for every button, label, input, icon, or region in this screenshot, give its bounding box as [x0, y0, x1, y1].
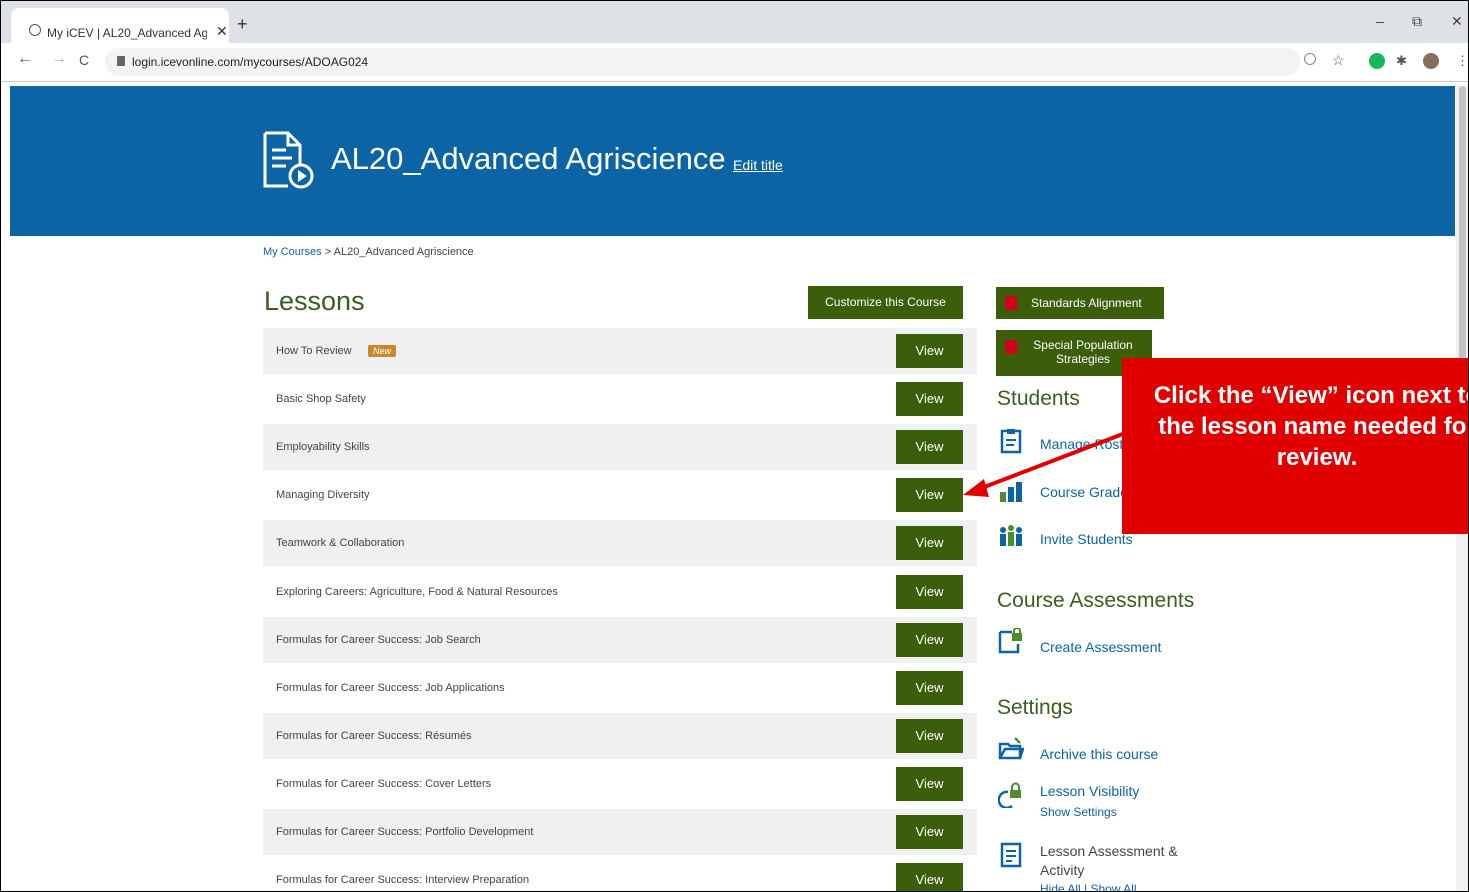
grammarly-icon[interactable] — [1369, 53, 1385, 69]
archive-course-link[interactable]: Archive this course — [1040, 746, 1158, 762]
lesson-name: Managing Diversity — [276, 489, 370, 501]
avatar[interactable] — [1423, 53, 1439, 69]
pdf-icon — [1005, 340, 1017, 354]
view-lesson-button[interactable]: View — [896, 815, 963, 849]
new-tab-button[interactable]: + — [237, 14, 248, 35]
customize-course-button[interactable]: Customize this Course — [808, 286, 963, 319]
browser-toolbar: ← → C login.icevonline.com/mycourses/ADO… — [1, 43, 1468, 82]
lesson-visibility-label: Lesson Visibility — [1040, 783, 1140, 799]
hide-all-link[interactable]: Hide All — [1040, 882, 1081, 891]
lesson-name: Formulas for Career Success: Job Applica… — [276, 682, 505, 694]
lesson-assessment-icon — [1000, 842, 1022, 868]
browser-tab[interactable]: My iCEV | AL20_Advanced Agrisc ✕ — [11, 8, 229, 43]
lesson-name: Exploring Careers: Agriculture, Food & N… — [276, 586, 558, 598]
lesson-row: Formulas for Career Success: Job Applica… — [263, 665, 977, 711]
hide-show-links: Hide All | Show All — [1040, 882, 1137, 892]
url-text: login.icevonline.com/mycourses/ADOAG024 — [132, 55, 369, 69]
lesson-row: Employability Skills View — [263, 424, 977, 470]
reload-icon[interactable]: C — [79, 52, 89, 68]
breadcrumb-separator: > — [321, 246, 334, 258]
globe-icon — [29, 24, 41, 36]
edit-title-link[interactable]: Edit title — [733, 157, 783, 173]
create-assessment-icon — [998, 628, 1022, 654]
view-lesson-button[interactable]: View — [896, 382, 963, 416]
show-all-link[interactable]: Show All — [1090, 882, 1136, 891]
course-banner: AL20_Advanced Agriscience Edit title — [10, 86, 1455, 236]
standards-alignment-label: Standards Alignment — [1031, 296, 1142, 310]
menu-icon[interactable]: ⋮ — [1456, 53, 1468, 69]
view-lesson-button[interactable]: View — [896, 526, 963, 560]
students-heading: Students — [997, 387, 1080, 410]
pdf-icon — [1005, 296, 1017, 310]
lesson-name: Formulas for Career Success: Job Search — [276, 634, 481, 646]
lesson-name: Formulas for Career Success: Interview P… — [276, 874, 530, 886]
lesson-row: Formulas for Career Success: Cover Lette… — [263, 761, 977, 807]
lesson-assessment-label: Lesson Assessment & Activity — [1040, 843, 1178, 878]
address-bar[interactable]: login.icevonline.com/mycourses/ADOAG024 — [105, 48, 1300, 76]
archive-folder-icon — [998, 737, 1024, 760]
lesson-row: How To Review New View — [263, 328, 977, 374]
lesson-name: How To Review — [276, 345, 352, 357]
page-title: AL20_Advanced Agriscience — [331, 141, 726, 176]
breadcrumb-my-courses[interactable]: My Courses — [263, 246, 322, 258]
new-badge: New — [368, 345, 397, 357]
tab-title: My iCEV | AL20_Advanced Agrisc — [47, 26, 207, 40]
back-icon[interactable]: ← — [17, 50, 33, 68]
settings-heading: Settings — [997, 696, 1073, 719]
view-lesson-button[interactable]: View — [896, 671, 963, 705]
view-lesson-button[interactable]: View — [896, 334, 963, 368]
lesson-name: Basic Shop Safety — [276, 393, 366, 405]
minimize-icon[interactable]: – — [1376, 13, 1384, 29]
standards-alignment-button[interactable]: Standards Alignment — [996, 287, 1164, 319]
window-close-icon[interactable]: ✕ — [1451, 13, 1463, 30]
create-assessment-link[interactable]: Create Assessment — [1040, 639, 1161, 655]
browser-tab-strip: My iCEV | AL20_Advanced Agrisc ✕ + – ⧉ ✕ — [1, 1, 1468, 43]
show-settings-link[interactable]: Show Settings — [1040, 805, 1117, 819]
link-separator: | — [1080, 882, 1091, 892]
close-tab-icon[interactable]: ✕ — [216, 23, 228, 40]
lesson-row: Basic Shop Safety View — [263, 376, 977, 422]
instruction-callout: Click the “View” icon next to the lesson… — [1122, 358, 1468, 534]
gradebook-icon — [1000, 482, 1022, 502]
clipboard-icon — [1000, 429, 1022, 454]
course-assessments-heading: Course Assessments — [997, 589, 1195, 612]
callout-text: Click the “View” icon next to the lesson… — [1153, 382, 1469, 471]
view-lesson-button[interactable]: View — [896, 478, 963, 512]
lock-icon — [117, 56, 125, 66]
lessons-heading: Lessons — [264, 286, 365, 316]
lesson-row: Formulas for Career Success: Interview P… — [263, 857, 977, 891]
breadcrumb-current: AL20_Advanced Agriscience — [333, 246, 474, 258]
restore-icon[interactable]: ⧉ — [1412, 13, 1422, 30]
course-document-icon — [263, 131, 314, 189]
lesson-row: Teamwork & Collaboration View — [263, 520, 977, 566]
lesson-row: Formulas for Career Success: Job Search V… — [263, 617, 977, 663]
view-lesson-button[interactable]: View — [896, 623, 963, 657]
lesson-name: Formulas for Career Success: Cover Lette… — [276, 778, 492, 790]
lesson-name: Formulas for Career Success: Portfolio D… — [276, 826, 534, 838]
view-lesson-button[interactable]: View — [896, 863, 963, 891]
invite-students-icon — [1000, 525, 1022, 546]
invite-students-link[interactable]: Invite Students — [1040, 531, 1133, 547]
extensions-icon[interactable]: ✱ — [1396, 53, 1407, 69]
lesson-row: Formulas for Career Success: Portfolio D… — [263, 809, 977, 855]
zoom-icon[interactable] — [1304, 53, 1316, 65]
breadcrumb: My Courses > AL20_Advanced Agriscience — [263, 246, 474, 258]
star-icon[interactable]: ☆ — [1332, 52, 1345, 69]
lesson-row: Formulas for Career Success: Résumés View — [263, 713, 977, 759]
lesson-row: Managing Diversity View — [263, 472, 977, 518]
forward-icon[interactable]: → — [51, 50, 67, 68]
lesson-name: Employability Skills — [276, 441, 370, 453]
view-lesson-button[interactable]: View — [896, 767, 963, 801]
lesson-visibility-icon — [998, 782, 1021, 808]
view-lesson-button[interactable]: View — [896, 430, 963, 464]
view-lesson-button[interactable]: View — [896, 719, 963, 753]
view-lesson-button[interactable]: View — [896, 575, 963, 609]
lesson-name: Teamwork & Collaboration — [276, 537, 405, 549]
screenshot-frame: My iCEV | AL20_Advanced Agrisc ✕ + – ⧉ ✕… — [0, 0, 1469, 892]
lesson-row: Exploring Careers: Agriculture, Food & N… — [263, 569, 977, 615]
lesson-name: Formulas for Career Success: Résumés — [276, 730, 472, 742]
